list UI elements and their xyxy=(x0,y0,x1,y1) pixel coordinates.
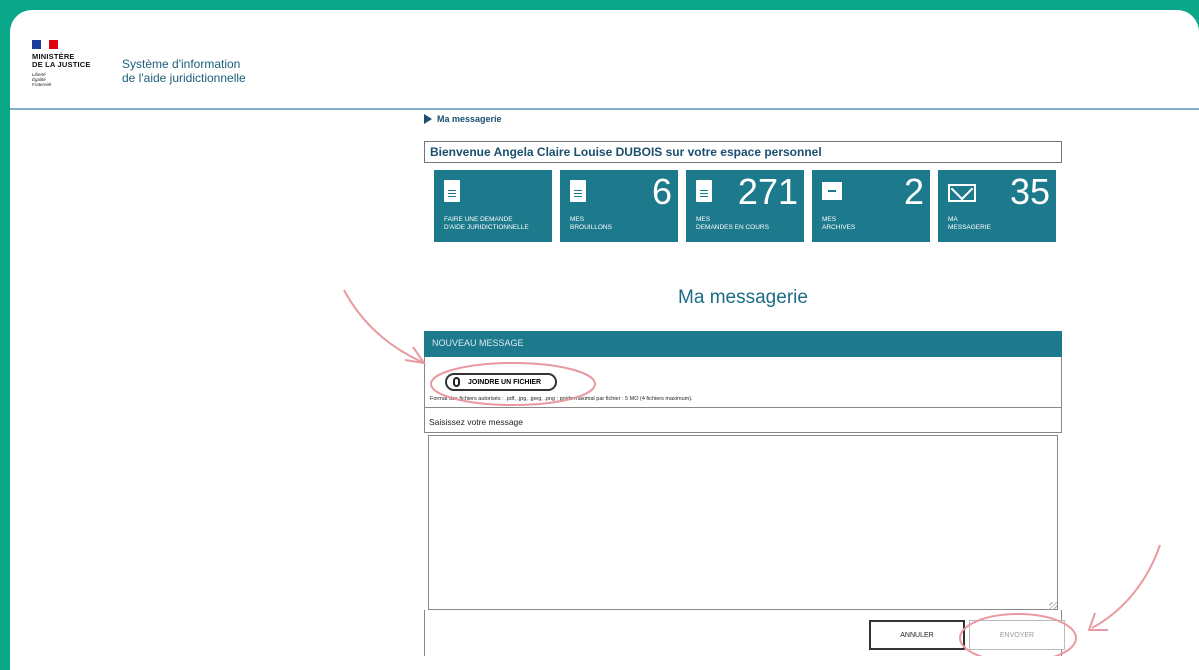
archive-icon xyxy=(822,182,842,200)
tile-label: MA MESSAGERIE xyxy=(948,216,991,231)
pending-requests-icon xyxy=(696,180,712,202)
paperclip-icon xyxy=(453,377,460,387)
tile-new-request[interactable]: FAIRE UNE DEMANDE D'AIDE JURIDICTIONNELL… xyxy=(434,170,552,242)
compose-header: NOUVEAU MESSAGE xyxy=(424,331,1062,357)
system-title: Système d'information de l'aide juridict… xyxy=(122,57,246,85)
attach-file-button[interactable]: JOINDRE UN FICHIER xyxy=(445,373,557,391)
tile-drafts[interactable]: 6 MES BROUILLONS xyxy=(560,170,678,242)
tile-count: 271 xyxy=(737,171,798,212)
attachment-section: JOINDRE UN FICHIER Format des fichiers a… xyxy=(424,357,1062,407)
file-format-note: Format des fichiers autorisés : .pdf, .j… xyxy=(430,396,693,402)
breadcrumb[interactable]: Ma messagerie xyxy=(424,114,502,124)
send-button[interactable]: ENVOYER xyxy=(969,620,1065,650)
page-title: Ma messagerie xyxy=(678,287,808,308)
resize-grip-icon[interactable] xyxy=(1049,602,1057,610)
compose-footer: ANNULER ENVOYER xyxy=(424,602,1065,656)
tile-archives[interactable]: 2 MES ARCHIVES xyxy=(812,170,930,242)
header-divider xyxy=(10,108,1199,110)
tile-label: FAIRE UNE DEMANDE D'AIDE JURIDICTIONNELL… xyxy=(444,216,529,231)
mail-icon xyxy=(948,184,976,202)
ministry-logo: MINISTÈRE DE LA JUSTICE Liberté Égalité … xyxy=(32,40,91,87)
tile-label: MES ARCHIVES xyxy=(822,216,856,231)
tile-messaging[interactable]: 35 MA MESSAGERIE xyxy=(938,170,1056,242)
document-icon xyxy=(444,180,460,202)
tile-label: MES DEMANDES EN COURS xyxy=(696,216,769,231)
attach-file-label: JOINDRE UN FICHIER xyxy=(468,378,542,386)
ministry-name: MINISTÈRE DE LA JUSTICE xyxy=(32,52,91,69)
breadcrumb-arrow-icon xyxy=(424,114,432,124)
tile-count: 2 xyxy=(903,171,924,212)
message-label: Saisissez votre message xyxy=(424,407,1062,433)
cancel-button[interactable]: ANNULER xyxy=(869,620,965,650)
tile-label: MES BROUILLONS xyxy=(570,216,612,231)
draft-icon xyxy=(570,180,586,202)
tile-pending-requests[interactable]: 271 MES DEMANDES EN COURS xyxy=(686,170,804,242)
breadcrumb-label: Ma messagerie xyxy=(437,114,502,124)
tile-count: 6 xyxy=(651,171,672,212)
tile-count: 35 xyxy=(1009,171,1050,212)
welcome-banner: Bienvenue Angela Claire Louise DUBOIS su… xyxy=(424,141,1062,163)
republic-motto: Liberté Égalité Fraternité xyxy=(32,72,52,87)
french-flag-icon xyxy=(32,40,59,49)
message-textarea[interactable] xyxy=(428,435,1058,610)
